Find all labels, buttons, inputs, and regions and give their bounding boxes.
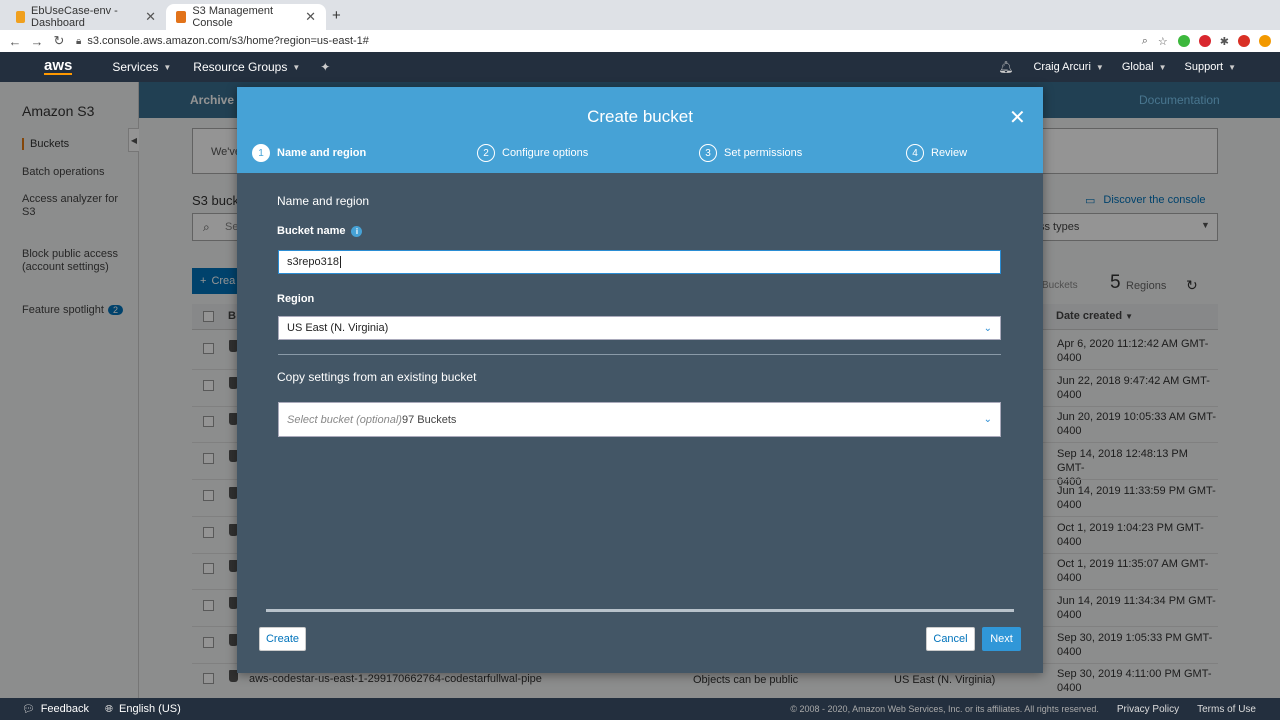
step-name-and-region[interactable]: 1 Name and region [252,144,366,162]
modal-header: Create bucket ✕ 1 Name and region 2 Conf… [237,87,1043,173]
step-number: 2 [477,144,495,162]
language-selector[interactable]: English (US) [119,703,181,715]
chevron-down-icon: ▼ [163,62,172,72]
bell-icon[interactable]: 🔔︎ [998,60,1013,74]
resource-groups-label: Resource Groups [193,60,288,74]
resource-groups-menu[interactable]: Resource Groups ▼ [193,60,300,74]
tab-favicon-icon [176,11,187,23]
chevron-down-icon: ▼ [292,62,301,72]
bucket-name-label-row: Bucket name i [277,225,363,237]
bucket-name-label: Bucket name [277,225,346,237]
chevron-down-icon: ▼ [1228,62,1236,72]
new-tab-button[interactable]: + [332,7,341,24]
copy-placeholder: Select bucket (optional) [287,413,402,426]
privacy-link[interactable]: Privacy Policy [1117,704,1179,715]
region-value: US East (N. Virginia) [287,322,389,334]
terms-link[interactable]: Terms of Use [1197,704,1256,715]
step-number: 1 [252,144,270,162]
close-tab-icon[interactable]: ✕ [305,9,316,25]
support-label: Support [1184,61,1224,73]
next-button[interactable]: Next [982,627,1021,651]
create-bucket-modal: Create bucket ✕ 1 Name and region 2 Conf… [237,87,1043,673]
step-number: 4 [906,144,924,162]
support-menu[interactable]: Support ▼ [1185,61,1236,73]
region-name: Global [1121,61,1154,73]
browser-address-bar: ← → ↻ 🔒︎ s3.console.aws.amazon.com/s3/ho… [0,30,1280,52]
services-menu[interactable]: Services ▼ [112,60,171,74]
region-menu[interactable]: Global ▼ [1122,61,1167,73]
chevron-down-icon: ⌄ [983,322,992,334]
tab-favicon-icon [16,11,26,23]
extension-w-icon[interactable] [1177,35,1190,47]
close-icon[interactable]: ✕ [1009,105,1026,130]
tab-title: EbUseCase-env - Dashboard [31,5,118,29]
divider [278,354,1001,355]
bucket-name-value: s3repo318 [287,256,339,268]
section-heading: Name and region [277,194,370,208]
extensions-puzzle-icon[interactable]: ✱ [1220,35,1229,48]
aws-logo[interactable]: aws [44,58,73,75]
chevron-down-icon: ▼ [1158,62,1167,72]
globe-icon: 🌐︎ [105,703,114,715]
text-cursor [340,256,341,268]
user-name: Craig Arcuri [1033,61,1091,73]
chevron-down-icon: ⌄ [983,414,992,425]
region-label: Region [277,293,315,305]
step-configure-options[interactable]: 2 Configure options [477,144,588,162]
step-review[interactable]: 4 Review [906,144,967,162]
services-label: Services [112,60,159,74]
profile-avatar-icon[interactable] [1238,35,1250,47]
step-label: Review [931,147,968,159]
region-select[interactable]: US East (N. Virginia) ⌄ [278,316,1001,340]
cancel-button[interactable]: Cancel [926,627,975,651]
copy-bucket-count: 97 Buckets [401,413,457,426]
step-label: Configure options [502,147,589,159]
back-icon[interactable]: ← [4,34,26,49]
extension-abp-icon[interactable] [1198,35,1211,47]
aws-top-nav: aws Services ▼ Resource Groups ▼ ✦ 🔔︎ Cr… [0,52,1280,82]
step-label: Set permissions [724,147,803,159]
copy-settings-select[interactable]: Select bucket (optional) 97 Buckets ⌄ [278,402,1001,437]
zoom-icon[interactable]: ⌕ [1142,35,1148,48]
browser-tab-dashboard[interactable]: EbUseCase-env - Dashboard ✕ [6,4,166,30]
create-button[interactable]: Create [259,627,306,651]
pin-icon[interactable]: ✦ [320,60,330,74]
copy-settings-heading: Copy settings from an existing bucket [277,370,477,384]
close-tab-icon[interactable]: ✕ [145,9,156,25]
forward-icon[interactable]: → [26,34,48,49]
feedback-link[interactable]: Feedback [41,703,89,715]
browser-tab-bar: EbUseCase-env - Dashboard ✕ S3 Managemen… [0,0,1280,30]
feedback-icon: 💬︎ [22,703,35,715]
star-icon[interactable]: ☆ [1158,35,1168,48]
step-number: 3 [699,144,717,162]
user-menu[interactable]: Craig Arcuri ▼ [1033,61,1103,73]
step-label: Name and region [277,147,367,159]
extension-orange-icon[interactable] [1259,35,1271,47]
browser-tab-s3[interactable]: S3 Management Console ✕ [166,4,326,30]
copyright-text: © 2008 - 2020, Amazon Web Services, Inc.… [790,704,1099,714]
chevron-down-icon: ▼ [1095,62,1104,72]
lock-icon: 🔒︎ [76,35,82,47]
console-footer: 💬︎ Feedback 🌐︎ English (US) © 2008 - 202… [0,698,1280,720]
url-field[interactable]: s3.console.aws.amazon.com/s3/home?region… [87,35,369,47]
step-set-permissions[interactable]: 3 Set permissions [699,144,802,162]
modal-title: Create bucket [587,107,693,126]
info-icon[interactable]: i [351,225,363,237]
modal-footer-divider [266,609,1014,612]
tab-title: S3 Management Console [192,5,274,29]
reload-icon[interactable]: ↻ [48,33,70,49]
bucket-name-input[interactable]: s3repo318 [278,250,1001,274]
